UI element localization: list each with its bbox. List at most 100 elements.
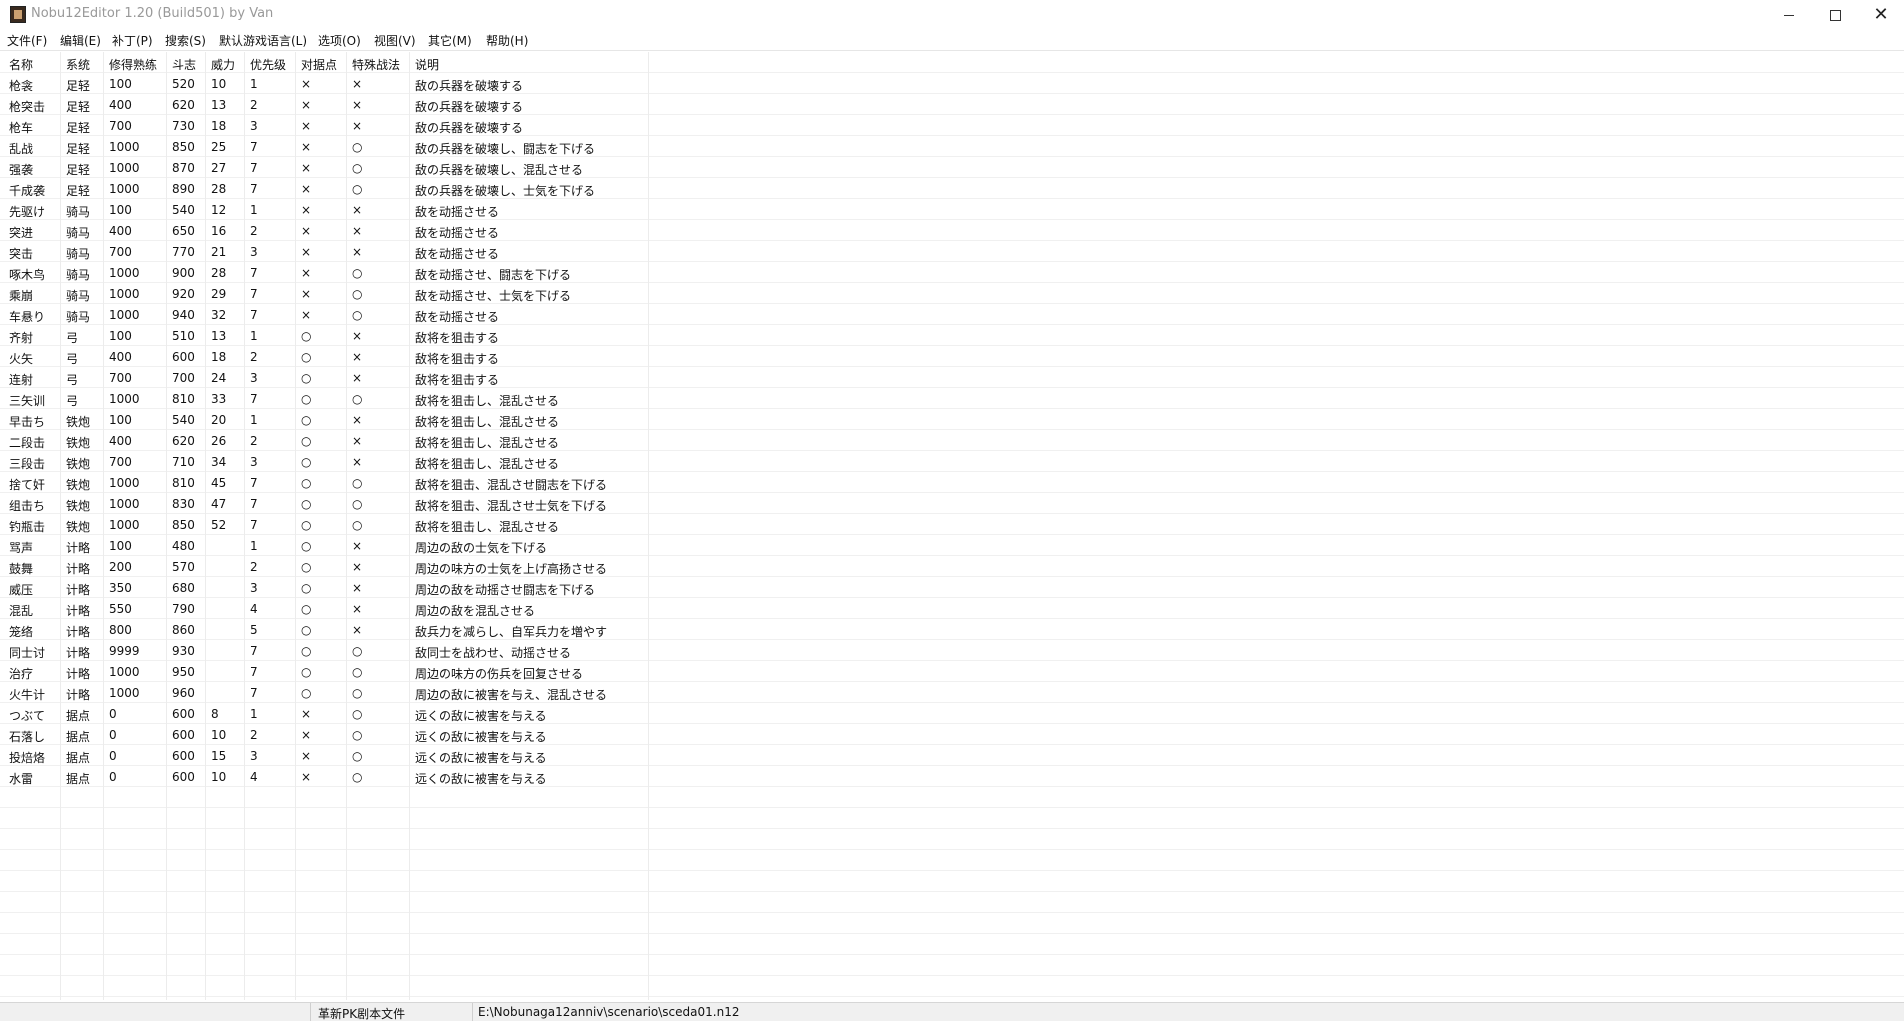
table-row[interactable]: 啄木鸟 骑马 1000 900 28 7 × ○ 敌を动摇させ、闘志を下げる (0, 262, 1904, 283)
table-row[interactable]: 连射 弓 700 700 24 3 ○ × 敌将を狙击する (0, 367, 1904, 388)
table-row[interactable]: 三矢训 弓 1000 810 33 7 ○ ○ 敌将を狙击し、混乱させる (0, 388, 1904, 409)
table-row[interactable]: 笼络 计略 800 860 5 ○ × 敌兵力を减らし、自军兵力を増やす (0, 619, 1904, 640)
table-cell: 860 (172, 623, 195, 637)
menu-item[interactable]: 文件(F) (7, 32, 47, 49)
table-cell: 830 (172, 497, 195, 511)
table-row[interactable]: 乱战 足轻 1000 850 25 7 × ○ 敌の兵器を破壊し、闘志を下げる (0, 136, 1904, 157)
table-row[interactable]: 水雷 据点 0 600 10 4 × ○ 远くの敌に被害を与える (0, 766, 1904, 787)
table-cell: 乘崩 (9, 289, 34, 303)
table-cell: 26 (211, 434, 227, 448)
table-cell: 敌将を狙击し、混乱させる (415, 394, 560, 408)
table-cell: × (301, 224, 312, 238)
table-cell: 足轻 (66, 100, 91, 114)
table-cell: ○ (301, 350, 312, 364)
column-header[interactable]: 特殊战法 (352, 56, 400, 73)
column-header[interactable]: 斗志 (172, 56, 196, 73)
table-cell: ○ (301, 371, 312, 385)
technique-table[interactable]: 名称 系统 修得熟练 斗志 威力 优先级 对据点 特殊战法 说明 枪衾 足轻 100 520 10 1 × × 敌… (0, 52, 1904, 1000)
table-cell: 强袭 (9, 163, 34, 177)
menu-item[interactable]: 搜索(S) (165, 32, 206, 49)
table-cell: × (301, 749, 312, 763)
table-row[interactable]: 突进 骑马 400 650 16 2 × × 敌を动摇させる (0, 220, 1904, 241)
table-cell: × (352, 98, 363, 112)
menu-item[interactable]: 视图(V) (374, 32, 416, 49)
table-cell: 5 (250, 623, 258, 637)
table-cell: 0 (109, 749, 117, 763)
maximize-button[interactable] (1812, 0, 1858, 30)
table-row[interactable]: 千成袭 足轻 1000 890 28 7 × ○ 敌の兵器を破壊し、士気を下げる (0, 178, 1904, 199)
table-row[interactable]: 钓瓶击 铁炮 1000 850 52 7 ○ ○ 敌将を狙击し、混乱させる (0, 514, 1904, 535)
grid-row-line (0, 996, 1904, 997)
table-cell: × (301, 245, 312, 259)
column-header[interactable]: 系统 (66, 56, 90, 73)
table-row[interactable]: 威压 计略 350 680 3 ○ × 周边の敌を动摇させ闘志を下げる (0, 577, 1904, 598)
table-row[interactable]: 早击ち 铁炮 100 540 20 1 ○ × 敌将を狙击し、混乱させる (0, 409, 1904, 430)
table-cell: 960 (172, 686, 195, 700)
column-header[interactable]: 说明 (415, 56, 439, 73)
table-cell: 敌将を狙击し、混乱させる (415, 520, 560, 534)
menu-item[interactable]: 选项(O) (318, 32, 361, 49)
grid-row-line (0, 891, 1904, 892)
column-header[interactable]: 威力 (211, 56, 235, 73)
table-row[interactable]: 先驱け 骑马 100 540 12 1 × × 敌を动摇させる (0, 199, 1904, 220)
table-cell: 敌の兵器を破壊し、士気を下げる (415, 184, 596, 198)
minimize-button[interactable] (1766, 0, 1812, 30)
table-cell: 火牛计 (9, 688, 46, 702)
table-cell: × (352, 560, 363, 574)
table-row[interactable]: 枪突击 足轻 400 620 13 2 × × 敌の兵器を破壊する (0, 94, 1904, 115)
table-row[interactable]: 同士讨 计略 9999 930 7 ○ ○ 敌同士を战わせ、动摇させる (0, 640, 1904, 661)
table-cell: 敌将を狙击し、混乱させる (415, 436, 560, 450)
table-row[interactable]: 混乱 计略 550 790 4 ○ × 周边の敌を混乱させる (0, 598, 1904, 619)
close-button[interactable]: ✕ (1858, 0, 1904, 30)
table-row[interactable]: 火矢 弓 400 600 18 2 ○ × 敌将を狙击する (0, 346, 1904, 367)
table-row[interactable]: 枪衾 足轻 100 520 10 1 × × 敌の兵器を破壊する (0, 73, 1904, 94)
column-header[interactable]: 对据点 (301, 56, 337, 73)
table-cell: 1000 (109, 497, 140, 511)
table-cell: 啄木鸟 (9, 268, 46, 282)
table-cell: 520 (172, 77, 195, 91)
table-row[interactable]: 石落し 据点 0 600 10 2 × ○ 远くの敌に被害を与える (0, 724, 1904, 745)
table-cell: × (352, 413, 363, 427)
column-header[interactable]: 修得熟练 (109, 56, 157, 73)
column-header[interactable]: 优先级 (250, 56, 286, 73)
table-cell: × (301, 287, 312, 301)
table-cell: × (352, 350, 363, 364)
table-row[interactable]: 组击ち 铁炮 1000 830 47 7 ○ ○ 敌将を狙击、混乱させ士気を下げる (0, 493, 1904, 514)
menu-item[interactable]: 默认游戏语言(L) (219, 32, 307, 49)
table-row[interactable]: 突击 骑马 700 770 21 3 × × 敌を动摇させる (0, 241, 1904, 262)
table-cell: 52 (211, 518, 227, 532)
table-cell: 600 (172, 707, 195, 721)
table-row[interactable]: つぶて 据点 0 600 8 1 × ○ 远くの敌に被害を与える (0, 703, 1904, 724)
table-row[interactable]: 鼓舞 计略 200 570 2 ○ × 周边の味方の士気を上げ高扬させる (0, 556, 1904, 577)
table-row[interactable]: 车悬り 骑马 1000 940 32 7 × ○ 敌を动摇させる (0, 304, 1904, 325)
table-cell: 47 (211, 497, 227, 511)
table-cell: 540 (172, 203, 195, 217)
table-row[interactable]: 捨て奸 铁炮 1000 810 45 7 ○ ○ 敌将を狙击、混乱させ闘志を下げる (0, 472, 1904, 493)
table-row[interactable]: 火牛计 计略 1000 960 7 ○ ○ 周边の敌に被害を与え、混乱させる (0, 682, 1904, 703)
table-row[interactable]: 骂声 计略 100 480 1 ○ × 周边の敌の士気を下げる (0, 535, 1904, 556)
table-cell: 敌の兵器を破壊する (415, 100, 524, 114)
table-cell: 敌将を狙击する (415, 352, 500, 366)
table-row[interactable]: 乘崩 骑马 1000 920 29 7 × ○ 敌を动摇させ、士気を下げる (0, 283, 1904, 304)
menu-item[interactable]: 补丁(P) (112, 32, 153, 49)
table-row[interactable]: 投焙烙 据点 0 600 15 3 × ○ 远くの敌に被害を与える (0, 745, 1904, 766)
table-row[interactable]: 二段击 铁炮 400 620 26 2 ○ × 敌将を狙击し、混乱させる (0, 430, 1904, 451)
menu-item[interactable]: 编辑(E) (60, 32, 101, 49)
table-cell: × (352, 224, 363, 238)
table-cell: 捨て奸 (9, 478, 46, 492)
table-cell: 7 (250, 644, 258, 658)
table-row[interactable]: 齐射 弓 100 510 13 1 ○ × 敌将を狙击する (0, 325, 1904, 346)
menu-item[interactable]: 帮助(H) (486, 32, 528, 49)
table-cell: 敌将を狙击する (415, 331, 500, 345)
table-row[interactable]: 强袭 足轻 1000 870 27 7 × ○ 敌の兵器を破壊し、混乱させる (0, 157, 1904, 178)
table-cell: 7 (250, 476, 258, 490)
table-row[interactable]: 治疗 计略 1000 950 7 ○ ○ 周边の味方の伤兵を回复させる (0, 661, 1904, 682)
app-icon[interactable] (10, 6, 26, 23)
column-header[interactable]: 名称 (9, 56, 33, 73)
table-row[interactable]: 三段击 铁炮 700 710 34 3 ○ × 敌将を狙击し、混乱させる (0, 451, 1904, 472)
table-cell: 铁炮 (66, 415, 91, 429)
table-row[interactable]: 枪车 足轻 700 730 18 3 × × 敌の兵器を破壊する (0, 115, 1904, 136)
menu-item[interactable]: 其它(M) (428, 32, 472, 49)
table-cell: 9999 (109, 644, 140, 658)
table-cell: 车悬り (9, 310, 46, 324)
